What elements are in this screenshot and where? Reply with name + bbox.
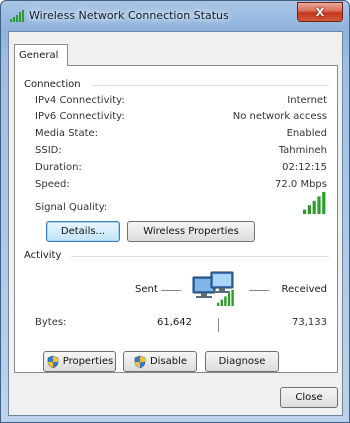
uac-shield-icon	[134, 355, 146, 368]
signal-bar	[307, 205, 311, 214]
bytes-divider	[218, 318, 219, 332]
media-state-label: Media State:	[35, 128, 99, 139]
ssid-label: SSID:	[35, 145, 62, 156]
diagnose-button[interactable]: Diagnose	[205, 351, 279, 372]
signal-strength-icon	[303, 192, 326, 214]
dialog-client-area: General Connection IPv4 Connectivity: In…	[8, 31, 343, 416]
ipv4-value: Internet	[287, 95, 327, 106]
signal-bar	[312, 200, 316, 214]
uac-shield-icon	[47, 355, 59, 368]
signal-bar	[231, 290, 234, 306]
duration-value: 02:12:15	[282, 162, 327, 173]
properties-button-label: Properties	[62, 356, 114, 367]
signal-bar	[227, 293, 231, 306]
ipv6-label: IPv6 Connectivity:	[35, 111, 125, 122]
disable-button[interactable]: Disable	[123, 351, 197, 372]
activity-group-divider	[71, 256, 329, 257]
ipv6-value: No network access	[232, 111, 327, 122]
bytes-label: Bytes:	[35, 317, 67, 328]
signal-quality-label: Signal Quality:	[35, 202, 108, 213]
wireless-signal-icon	[10, 10, 24, 22]
duration-label: Duration:	[35, 162, 82, 173]
signal-bar	[322, 192, 326, 214]
received-connector-line	[249, 290, 269, 291]
speed-label: Speed:	[35, 179, 70, 190]
properties-button[interactable]: Properties	[43, 351, 116, 372]
wireless-properties-button[interactable]: Wireless Properties	[127, 221, 255, 242]
activity-signal-icon	[217, 290, 234, 306]
title-bar[interactable]: Wireless Network Connection Status X	[1, 1, 349, 31]
disable-button-label: Disable	[149, 356, 188, 367]
general-tab-panel: Connection IPv4 Connectivity: Internet I…	[14, 65, 338, 373]
close-window-button[interactable]: X	[297, 2, 343, 22]
signal-bar	[220, 299, 223, 306]
details-button[interactable]: Details...	[46, 221, 120, 242]
bytes-sent-value: 61,642	[157, 317, 192, 328]
ipv4-label: IPv4 Connectivity:	[35, 95, 125, 106]
sent-connector-line	[161, 290, 181, 291]
sent-label: Sent	[135, 284, 158, 295]
tab-general[interactable]: General	[14, 44, 68, 66]
status-window: Wireless Network Connection Status X Gen…	[0, 0, 350, 423]
speed-value: 72.0 Mbps	[275, 179, 327, 190]
connection-group-title: Connection	[24, 79, 81, 90]
received-label: Received	[281, 284, 328, 295]
connection-group-divider	[91, 85, 329, 86]
signal-bar	[303, 209, 307, 214]
bytes-received-value: 73,133	[292, 317, 327, 328]
activity-group-title: Activity	[24, 250, 62, 261]
media-state-value: Enabled	[286, 128, 327, 139]
signal-bar	[224, 296, 227, 306]
signal-bar	[217, 302, 220, 306]
window-title: Wireless Network Connection Status	[29, 9, 229, 22]
ssid-value: Tahmineh	[278, 145, 327, 156]
close-button[interactable]: Close	[280, 387, 338, 408]
signal-bar	[317, 196, 321, 214]
